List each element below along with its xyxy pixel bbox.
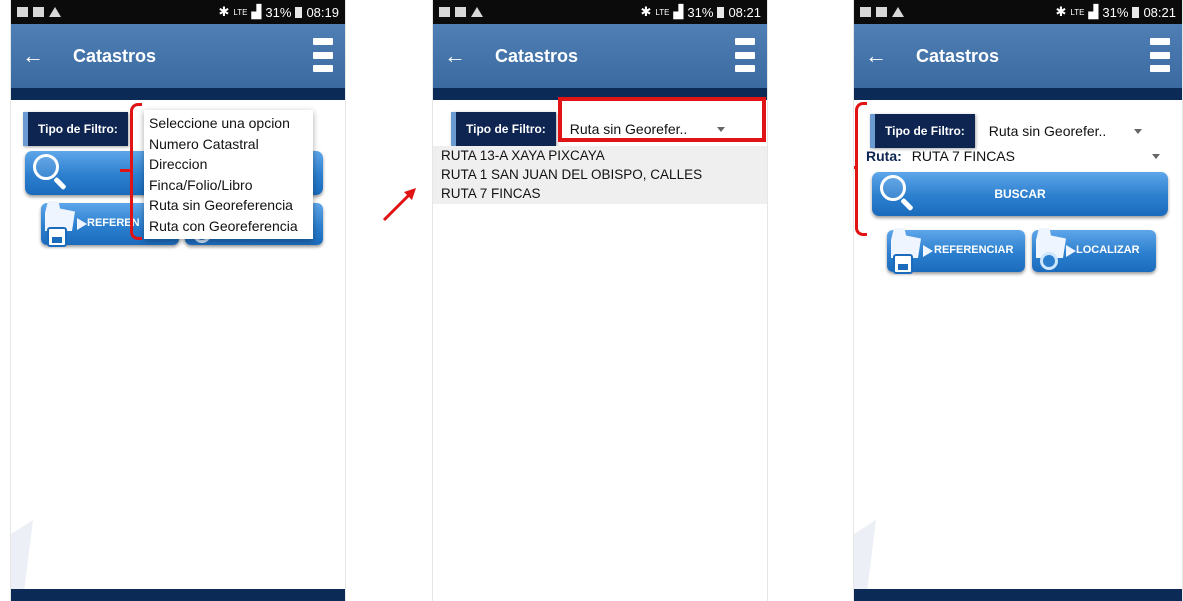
- signal-icon: ▟: [1088, 4, 1099, 19]
- notification-icon: [17, 7, 28, 17]
- annotation-box: [558, 97, 766, 142]
- filter-row: Tipo de Filtro: Ruta sin Georefer..: [870, 114, 1182, 148]
- filter-type-dropdown[interactable]: Seleccione una opcion Numero Catastral D…: [144, 110, 313, 239]
- arrow-right-icon: [1066, 245, 1076, 257]
- back-arrow-icon[interactable]: ←: [433, 43, 477, 69]
- header-strip: [11, 88, 345, 100]
- dropdown-option[interactable]: Seleccione una opcion: [149, 113, 309, 134]
- route-value: RUTA 7 FINCAS: [911, 148, 1015, 164]
- referenciar-label: REFERENCIAR: [934, 244, 1014, 256]
- screen-3: ✱ LTE ▟ 31% 08:21 ← Catastros Tipo de Fi…: [853, 0, 1183, 601]
- image-icon: [33, 7, 44, 17]
- annotation-arrow: [382, 188, 416, 222]
- warning-icon: [471, 7, 483, 17]
- route-list: RUTA 13-A XAYA PIXCAYA RUTA 1 SAN JUAN D…: [433, 146, 767, 204]
- route-list-item[interactable]: RUTA 13-A XAYA PIXCAYA: [433, 146, 767, 165]
- battery-percent: 31%: [1102, 4, 1129, 20]
- map-disk-icon: [43, 201, 79, 247]
- annotation-tick: [854, 166, 857, 169]
- chevron-down-icon: [1134, 128, 1143, 134]
- warning-icon: [49, 7, 61, 17]
- notification-icon: [860, 7, 871, 17]
- image-icon: [876, 7, 887, 17]
- search-button-label: BUSCAR: [994, 187, 1046, 201]
- page-title: Catastros: [916, 45, 1000, 66]
- arrow-right-icon: [77, 218, 87, 230]
- bluetooth-icon: ✱: [1055, 4, 1067, 19]
- battery-icon: [717, 6, 725, 18]
- localizar-button[interactable]: LOCALIZAR: [1032, 228, 1156, 274]
- map-disk-icon: [889, 228, 925, 274]
- watermark: [854, 520, 876, 590]
- dropdown-option[interactable]: Direccion: [149, 154, 309, 175]
- filter-type-label: Tipo de Filtro:: [870, 114, 975, 148]
- network-label: LTE: [1070, 7, 1085, 17]
- magnifier-icon: [880, 175, 914, 215]
- magnifier-icon: [33, 154, 67, 194]
- status-bar: ✱ LTE ▟ 31% 08:21: [433, 0, 767, 24]
- route-field[interactable]: Ruta: RUTA 7 FINCAS: [866, 146, 1166, 166]
- bottom-bar: [854, 589, 1182, 601]
- route-list-item[interactable]: RUTA 7 FINCAS: [433, 184, 767, 203]
- status-bar: ✱ LTE ▟ 31% 08:19: [11, 0, 345, 24]
- filter-type-select[interactable]: Ruta sin Georefer..: [975, 123, 1165, 139]
- battery-percent: 31%: [687, 4, 714, 20]
- filter-type-label: Tipo de Filtro:: [23, 112, 128, 146]
- page-title: Catastros: [495, 45, 579, 66]
- page-title: Catastros: [73, 45, 157, 66]
- app-bar: ← Catastros: [854, 24, 1182, 88]
- filter-type-value: Ruta sin Georefer..: [988, 123, 1107, 139]
- battery-percent: 31%: [265, 4, 292, 20]
- warning-icon: [892, 7, 904, 17]
- screen-2: ✱ LTE ▟ 31% 08:21 ← Catastros Tipo de Fi…: [432, 0, 768, 601]
- bottom-bar: [11, 589, 345, 601]
- bluetooth-icon: ✱: [640, 4, 652, 19]
- route-label: Ruta:: [866, 148, 902, 164]
- route-list-item[interactable]: RUTA 1 SAN JUAN DEL OBISPO, CALLES: [433, 165, 767, 184]
- battery-icon: [295, 6, 303, 18]
- signal-icon: ▟: [251, 4, 262, 19]
- notification-icon: [439, 7, 450, 17]
- watermark: [11, 520, 33, 590]
- dropdown-option[interactable]: Ruta sin Georeferencia: [149, 195, 309, 216]
- annotation-tick: [120, 169, 132, 172]
- arrow-right-icon: [923, 245, 933, 257]
- status-bar: ✱ LTE ▟ 31% 08:21: [854, 0, 1182, 24]
- dropdown-option[interactable]: Ruta con Georeferencia: [149, 216, 309, 237]
- annotation-bracket: [855, 102, 867, 236]
- chevron-down-icon: [1152, 154, 1160, 159]
- hamburger-menu-icon[interactable]: [313, 38, 333, 72]
- battery-icon: [1132, 6, 1140, 18]
- back-arrow-icon[interactable]: ←: [854, 43, 898, 69]
- localizar-label: LOCALIZAR: [1076, 244, 1140, 256]
- clock: 08:21: [728, 4, 761, 20]
- clock: 08:21: [1143, 4, 1176, 20]
- bluetooth-icon: ✱: [218, 4, 230, 19]
- map-search-icon: [1034, 228, 1070, 274]
- dropdown-option[interactable]: Numero Catastral: [149, 134, 309, 155]
- screen-1: ✱ LTE ▟ 31% 08:19 ← Catastros Tipo de Fi…: [10, 0, 346, 601]
- back-arrow-icon[interactable]: ←: [11, 43, 55, 69]
- referenciar-button[interactable]: REFERENCIAR: [887, 228, 1025, 274]
- network-label: LTE: [655, 7, 670, 17]
- hamburger-menu-icon[interactable]: [1150, 38, 1170, 72]
- image-icon: [455, 7, 466, 17]
- clock: 08:19: [306, 4, 339, 20]
- app-bar: ← Catastros: [11, 24, 345, 88]
- header-strip: [854, 88, 1182, 100]
- search-button[interactable]: BUSCAR: [872, 172, 1168, 216]
- app-bar: ← Catastros: [433, 24, 767, 88]
- signal-icon: ▟: [673, 4, 684, 19]
- dropdown-option[interactable]: Finca/Folio/Libro: [149, 175, 309, 196]
- filter-type-label: Tipo de Filtro:: [451, 112, 556, 146]
- network-label: LTE: [233, 7, 248, 17]
- hamburger-menu-icon[interactable]: [735, 38, 755, 72]
